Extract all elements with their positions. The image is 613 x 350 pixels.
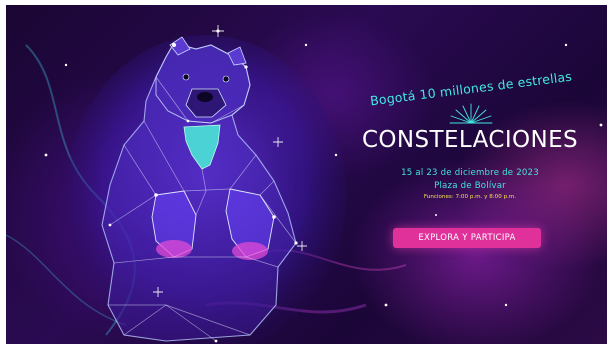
- explore-participate-button[interactable]: EXPLORA Y PARTICIPA: [393, 228, 541, 248]
- sunburst-icon: [449, 103, 493, 124]
- event-place: Plaza de Bolívar: [434, 181, 506, 191]
- promo-banner[interactable]: Bogotá 10 millones de estrellas CONSTELA…: [6, 5, 607, 344]
- event-title: CONSTELACIONES: [361, 127, 579, 153]
- event-showtimes: Funciones: 7:00 p.m. y 8:00 p.m.: [423, 194, 517, 200]
- event-dates: 15 al 23 de diciembre de 2023: [401, 168, 539, 178]
